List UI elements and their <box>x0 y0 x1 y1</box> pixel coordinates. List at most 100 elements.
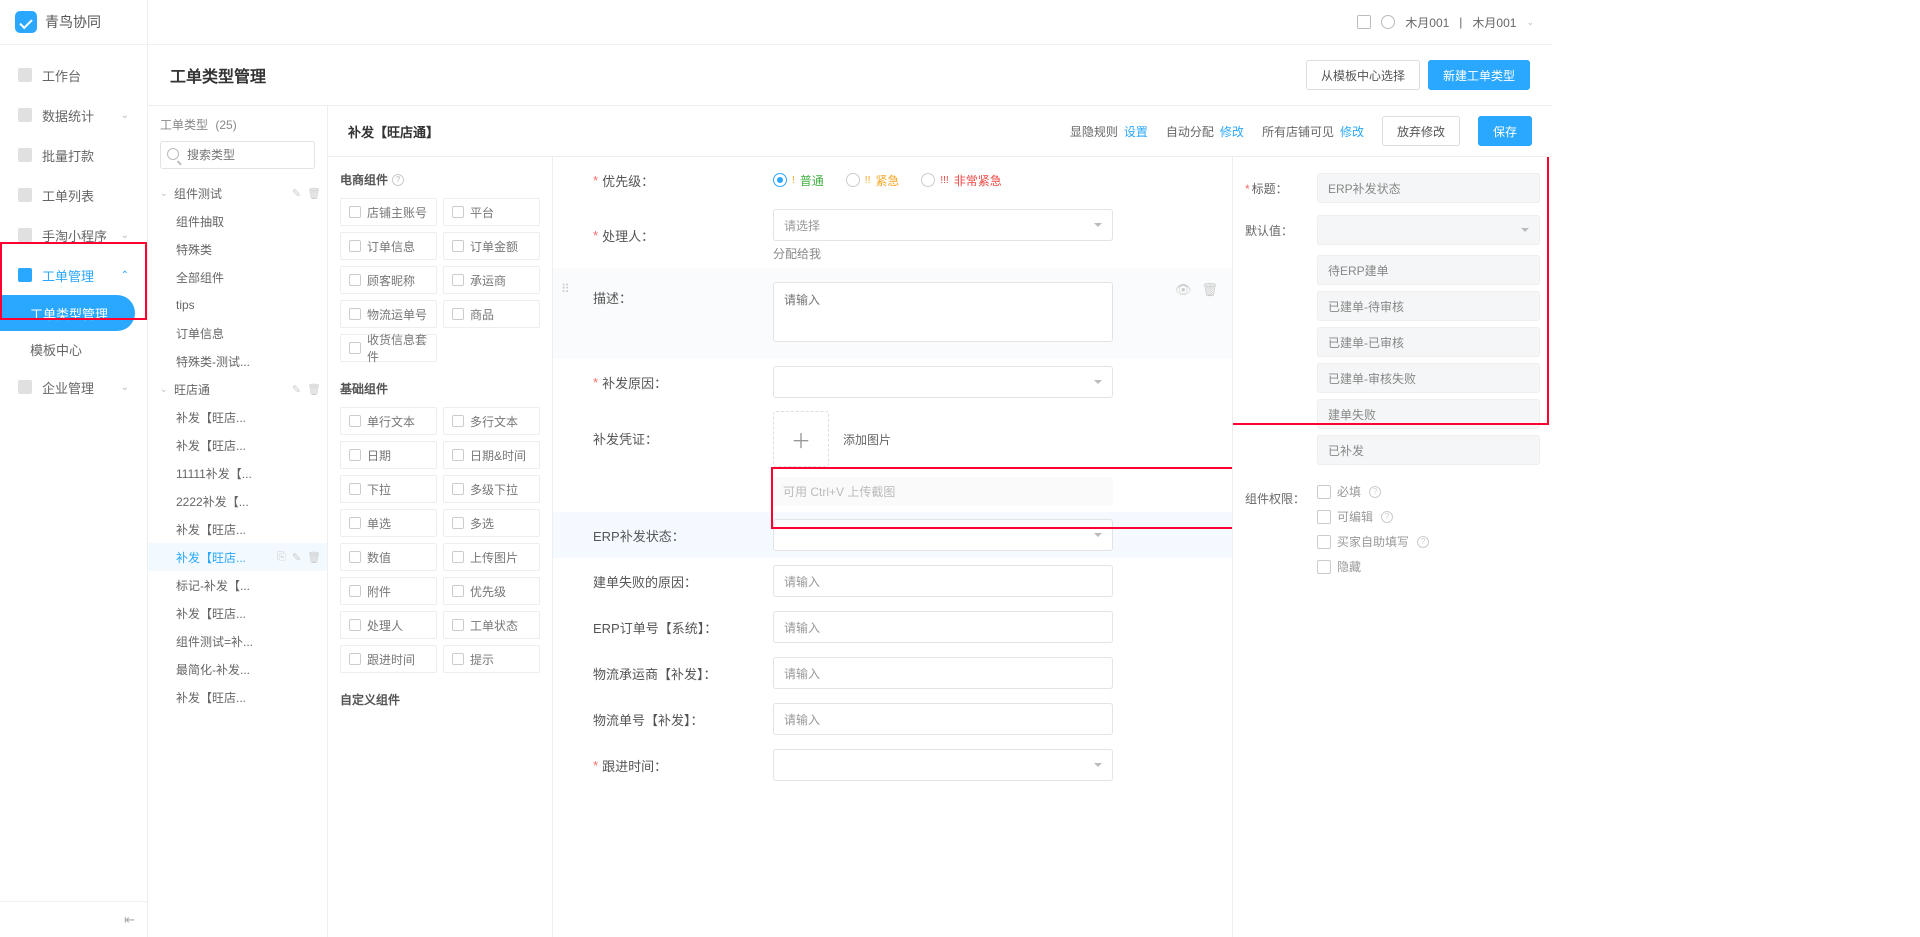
btn-discard[interactable]: 放弃修改 <box>1382 116 1460 146</box>
tree-item[interactable]: 特殊类 <box>148 235 327 263</box>
palette-item[interactable]: 日期 <box>340 441 437 469</box>
drag-handle-icon[interactable]: ⠿ <box>561 282 568 296</box>
palette-item[interactable]: 顾客昵称 <box>340 266 437 294</box>
priority-normal[interactable]: !普通 <box>773 172 824 189</box>
palette-item[interactable]: 下拉 <box>340 475 437 503</box>
tree-item[interactable]: 特殊类-测试... <box>148 347 327 375</box>
tree-group[interactable]: ⌄组件测试✎🗑 <box>148 179 327 207</box>
tree-item[interactable]: 补发【旺店... <box>148 515 327 543</box>
delete-icon[interactable]: 🗑 <box>1201 282 1218 298</box>
palette-item[interactable]: 订单金额 <box>443 232 540 260</box>
palette-item[interactable]: 店铺主账号 <box>340 198 437 226</box>
palette-item[interactable]: 提示 <box>443 645 540 673</box>
tree-item[interactable]: 2222补发【... <box>148 487 327 515</box>
tree-item[interactable]: tips <box>148 291 327 319</box>
palette-item[interactable]: 跟进时间 <box>340 645 437 673</box>
tree-item[interactable]: 组件测试=补... <box>148 627 327 655</box>
palette-item[interactable]: 单行文本 <box>340 407 437 435</box>
palette-item[interactable]: 平台 <box>443 198 540 226</box>
desc-input[interactable] <box>773 282 1113 342</box>
option-value[interactable]: 已建单-审核失败 <box>1317 363 1540 393</box>
row-follow[interactable]: *跟进时间： <box>553 742 1232 788</box>
follow-select[interactable] <box>773 749 1113 781</box>
eye-icon[interactable]: 👁 <box>1175 282 1192 298</box>
nav-enterprise[interactable]: 企业管理⌄ <box>0 367 147 407</box>
info-icon[interactable]: ? <box>1369 486 1381 498</box>
perm-checkbox-row[interactable]: 可编辑? <box>1317 508 1540 525</box>
row-handler[interactable]: *处理人： 请选择 分配给我 <box>553 203 1232 268</box>
search-input[interactable] <box>160 141 315 169</box>
nav-stats[interactable]: 数据统计⌄ <box>0 95 147 135</box>
window-icon[interactable] <box>1357 15 1371 29</box>
row-priority[interactable]: *优先级： !普通 !!紧急 !!!非常紧急 <box>553 157 1232 203</box>
checkbox-icon[interactable] <box>1317 560 1331 574</box>
option-value[interactable]: 已建单-待审核 <box>1317 291 1540 321</box>
tree-item[interactable]: 补发【旺店... <box>148 403 327 431</box>
nav-refund[interactable]: 批量打款 <box>0 135 147 175</box>
fail-reason-input[interactable]: 请输入 <box>773 565 1113 597</box>
palette-item[interactable]: 多行文本 <box>443 407 540 435</box>
perm-checkbox-row[interactable]: 买家自助填写? <box>1317 533 1540 550</box>
checkbox-icon[interactable] <box>1317 485 1331 499</box>
palette-item[interactable]: 订单信息 <box>340 232 437 260</box>
checkbox-icon[interactable] <box>1317 510 1331 524</box>
palette-item[interactable]: 附件 <box>340 577 437 605</box>
add-image-button[interactable]: ＋ <box>773 411 829 467</box>
row-erp-order[interactable]: ERP订单号【系统】： 请输入 <box>553 604 1232 650</box>
palette-item[interactable]: 承运商 <box>443 266 540 294</box>
palette-item[interactable]: 上传图片 <box>443 543 540 571</box>
row-voucher[interactable]: 补发凭证： ＋ 添加图片 可用 Ctrl+V 上传截图 <box>553 405 1232 512</box>
palette-item[interactable]: 日期&时间 <box>443 441 540 469</box>
info-icon[interactable]: ? <box>392 174 404 186</box>
erp-status-select[interactable] <box>773 519 1113 551</box>
palette-item[interactable]: 工单状态 <box>443 611 540 639</box>
row-tracking[interactable]: 物流单号【补发】： 请输入 <box>553 696 1232 742</box>
btn-new-type[interactable]: 新建工单类型 <box>1428 60 1530 90</box>
tree-item[interactable]: 补发【旺店... <box>148 599 327 627</box>
nav-sub-template[interactable]: 模板中心 <box>0 331 147 367</box>
tree-item[interactable]: 组件抽取 <box>148 207 327 235</box>
palette-item[interactable]: 物流运单号 <box>340 300 437 328</box>
option-value[interactable]: 待ERP建单 <box>1317 255 1540 285</box>
tracking-input[interactable]: 请输入 <box>773 703 1113 735</box>
prop-default-select[interactable] <box>1317 215 1540 245</box>
tree-item[interactable]: 标记-补发【... <box>148 571 327 599</box>
tree-item[interactable]: 全部组件 <box>148 263 327 291</box>
palette-item[interactable]: 处理人 <box>340 611 437 639</box>
nav-workbench[interactable]: 工作台 <box>0 55 147 95</box>
nav-sub-type-mgmt[interactable]: 工单类型管理 <box>0 295 135 331</box>
palette-item[interactable]: 多级下拉 <box>443 475 540 503</box>
palette-item[interactable]: 单选 <box>340 509 437 537</box>
tree-group[interactable]: ⌄旺店通✎🗑 <box>148 375 327 403</box>
nav-orders[interactable]: 工单列表 <box>0 175 147 215</box>
tree-item[interactable]: 订单信息 <box>148 319 327 347</box>
btn-save[interactable]: 保存 <box>1478 116 1532 146</box>
row-fail-reason[interactable]: 建单失败的原因： 请输入 <box>553 558 1232 604</box>
tree-item[interactable]: 11111补发【... <box>148 459 327 487</box>
option-value[interactable]: 已补发 <box>1317 435 1540 465</box>
btn-from-template[interactable]: 从模板中心选择 <box>1306 60 1420 90</box>
sidebar-collapse[interactable]: ⇤ <box>0 901 147 937</box>
priority-very-urgent[interactable]: !!!非常紧急 <box>921 172 1001 189</box>
tree-item[interactable]: 最简化-补发... <box>148 655 327 683</box>
handler-select[interactable]: 请选择 <box>773 209 1113 241</box>
row-erp-status[interactable]: ERP补发状态： <box>553 512 1232 558</box>
avatar[interactable] <box>1381 15 1395 29</box>
checkbox-icon[interactable] <box>1317 535 1331 549</box>
palette-item[interactable]: 数值 <box>340 543 437 571</box>
info-icon[interactable]: ? <box>1381 511 1393 523</box>
palette-item[interactable]: 商品 <box>443 300 540 328</box>
tree-item[interactable]: 补发【旺店... <box>148 431 327 459</box>
palette-item[interactable]: 收货信息套件 <box>340 334 437 362</box>
tree-item[interactable]: 补发【旺店...⎘✎🗑 <box>148 543 327 571</box>
row-reason[interactable]: *补发原因： <box>553 359 1232 405</box>
option-value[interactable]: 建单失败 <box>1317 399 1540 429</box>
perm-checkbox-row[interactable]: 隐藏 <box>1317 558 1540 575</box>
carrier-input[interactable]: 请输入 <box>773 657 1113 689</box>
perm-checkbox-row[interactable]: 必填? <box>1317 483 1540 500</box>
link-autoassign-modify[interactable]: 修改 <box>1220 123 1244 140</box>
row-desc[interactable]: ⠿ 描述： 👁🗑 <box>553 268 1232 359</box>
tree-item[interactable]: 补发【旺店... <box>148 683 327 711</box>
link-shops-modify[interactable]: 修改 <box>1340 123 1364 140</box>
priority-urgent[interactable]: !!紧急 <box>846 172 900 189</box>
